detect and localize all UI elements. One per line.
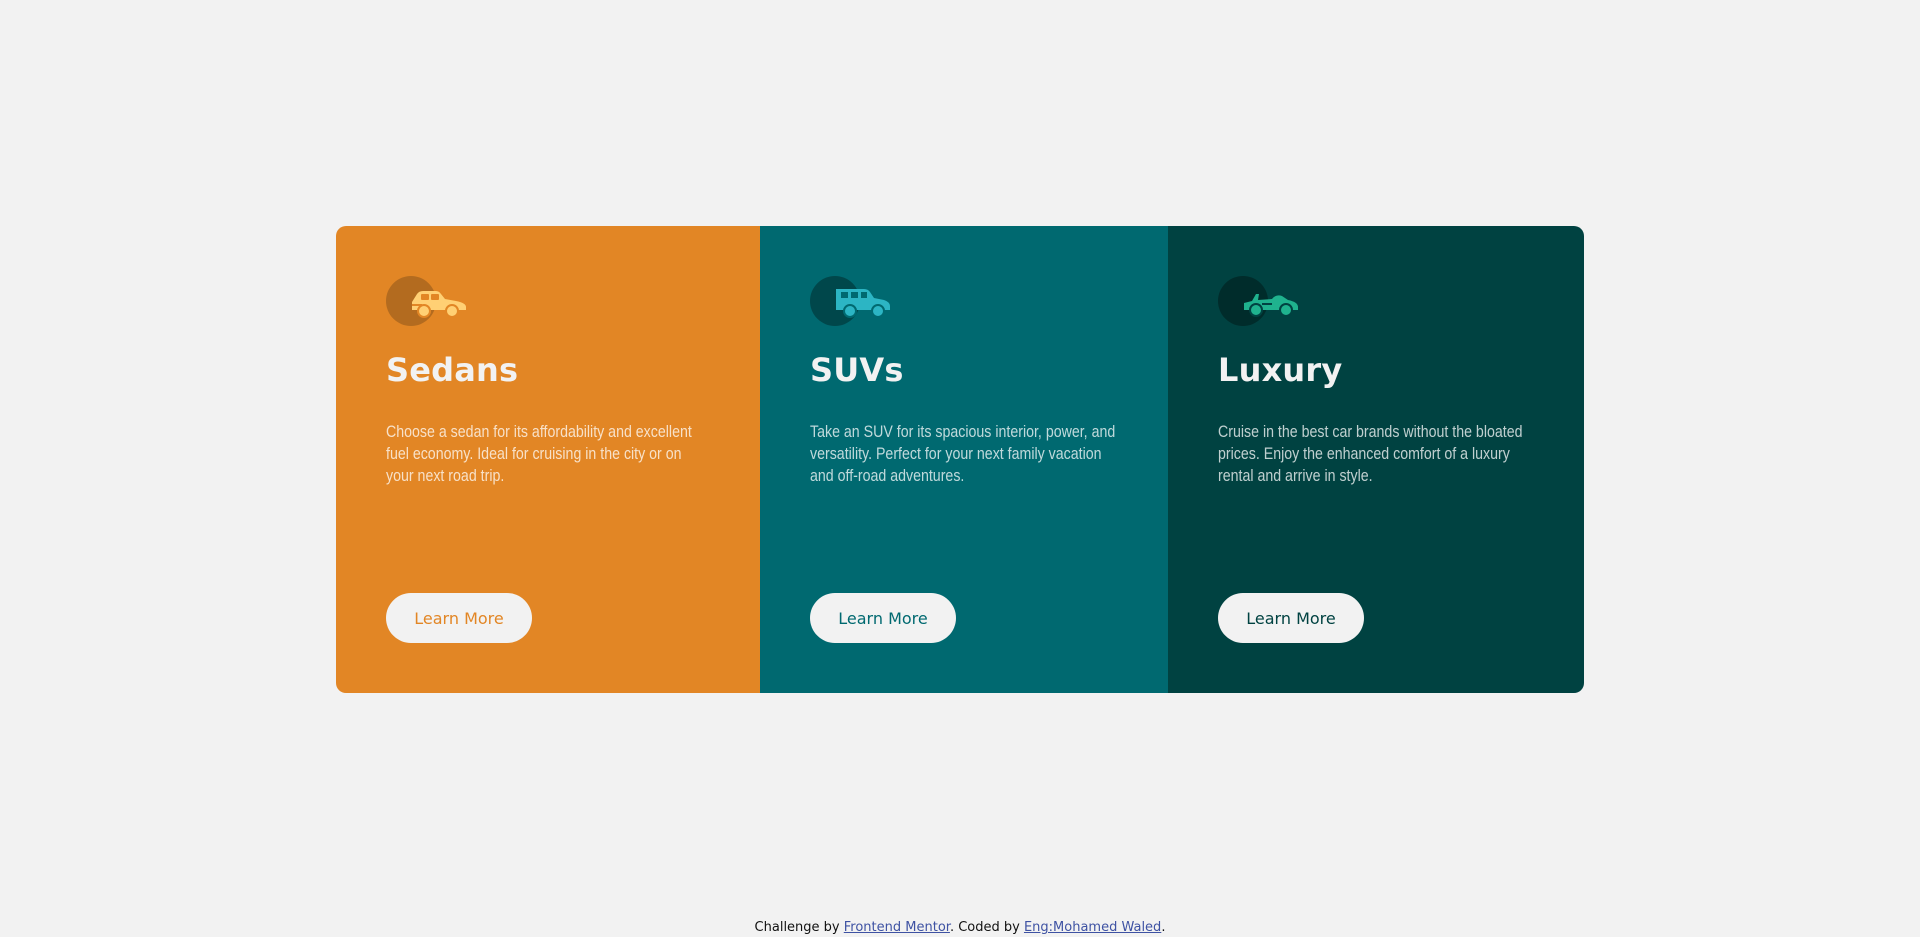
card-description: Cruise in the best car brands without th…: [1218, 423, 1523, 485]
card-description: Choose a sedan for its affordability and…: [386, 423, 692, 485]
luxury-car-icon: [1218, 276, 1300, 326]
card-suvs: SUVs Take an SUV for its spacious interi…: [760, 226, 1168, 693]
cards-container: Sedans Choose a sedan for its affordabil…: [336, 226, 1584, 693]
frontend-mentor-link[interactable]: Frontend Mentor: [844, 920, 950, 935]
learn-more-button[interactable]: Learn More: [1218, 593, 1364, 643]
attribution: Challenge by Frontend Mentor. Coded by E…: [0, 918, 1920, 937]
sedan-car-icon: [386, 276, 468, 326]
card-title: Sedans: [386, 351, 519, 389]
suv-car-icon: [810, 276, 892, 326]
attribution-middle: . Coded by: [949, 920, 1024, 935]
card-description: Take an SUV for its spacious interior, p…: [810, 423, 1116, 485]
author-link[interactable]: Eng:Mohamed Waled: [1024, 920, 1161, 935]
learn-more-button[interactable]: Learn More: [810, 593, 956, 643]
card-luxury: Luxury Cruise in the best car brands wit…: [1168, 226, 1584, 693]
card-title: SUVs: [810, 351, 904, 389]
card-sedans: Sedans Choose a sedan for its affordabil…: [336, 226, 760, 693]
card-title: Luxury: [1218, 351, 1343, 389]
learn-more-button[interactable]: Learn More: [386, 593, 532, 643]
attribution-prefix: Challenge by: [754, 920, 844, 935]
attribution-suffix: .: [1161, 920, 1166, 935]
